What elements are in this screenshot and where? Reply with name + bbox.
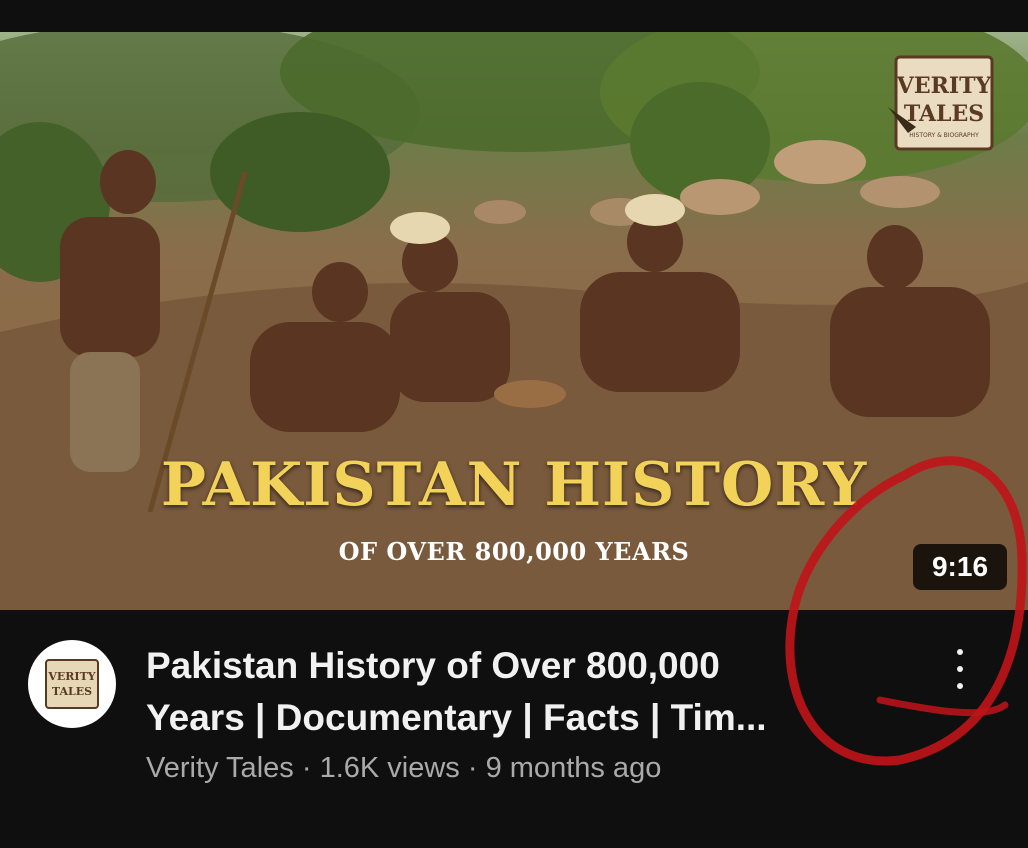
logo-tagline: HISTORY & BIOGRAPHY [909,132,979,139]
more-dot [957,683,963,689]
more-vert-icon[interactable] [940,645,980,693]
avatar-text-verity: VERITY [47,670,95,683]
thumbnail-scene [0,32,1028,610]
duration-badge: 9:16 [913,544,1007,590]
avatar-logo: VERITY TALES [45,659,99,709]
channel-name[interactable]: Verity Tales [146,752,294,784]
video-title[interactable]: Pakistan History of Over 800,000 Years |… [146,640,886,744]
video-thumbnail[interactable]: VERITY TALES HISTORY & BIOGRAPHY PAKISTA… [0,32,1028,610]
channel-logo-badge: VERITY TALES HISTORY & BIOGRAPHY [888,55,994,151]
video-title-line-1: Pakistan History of Over 800,000 [146,645,720,686]
view-count: 1.6K views [319,752,460,784]
more-dot [957,666,963,672]
top-bar [0,0,1028,32]
thumbnail-subheadline: OF OVER 800,000 YEARS [338,537,690,566]
thumbnail-headline: PAKISTAN HISTORY [160,450,868,520]
channel-avatar[interactable]: VERITY TALES [28,640,116,728]
video-title-line-2: Years | Documentary | Facts | Tim... [146,697,767,738]
meta-separator: · [301,752,312,784]
meta-separator: · [467,752,478,784]
more-dot [957,649,963,655]
logo-text-verity: VERITY [896,73,992,99]
logo-text-tales: TALES [904,101,984,127]
upload-age: 9 months ago [485,752,662,784]
video-meta: Verity Tales · 1.6K views · 9 months ago [146,752,661,785]
avatar-text-tales: TALES [52,685,92,698]
